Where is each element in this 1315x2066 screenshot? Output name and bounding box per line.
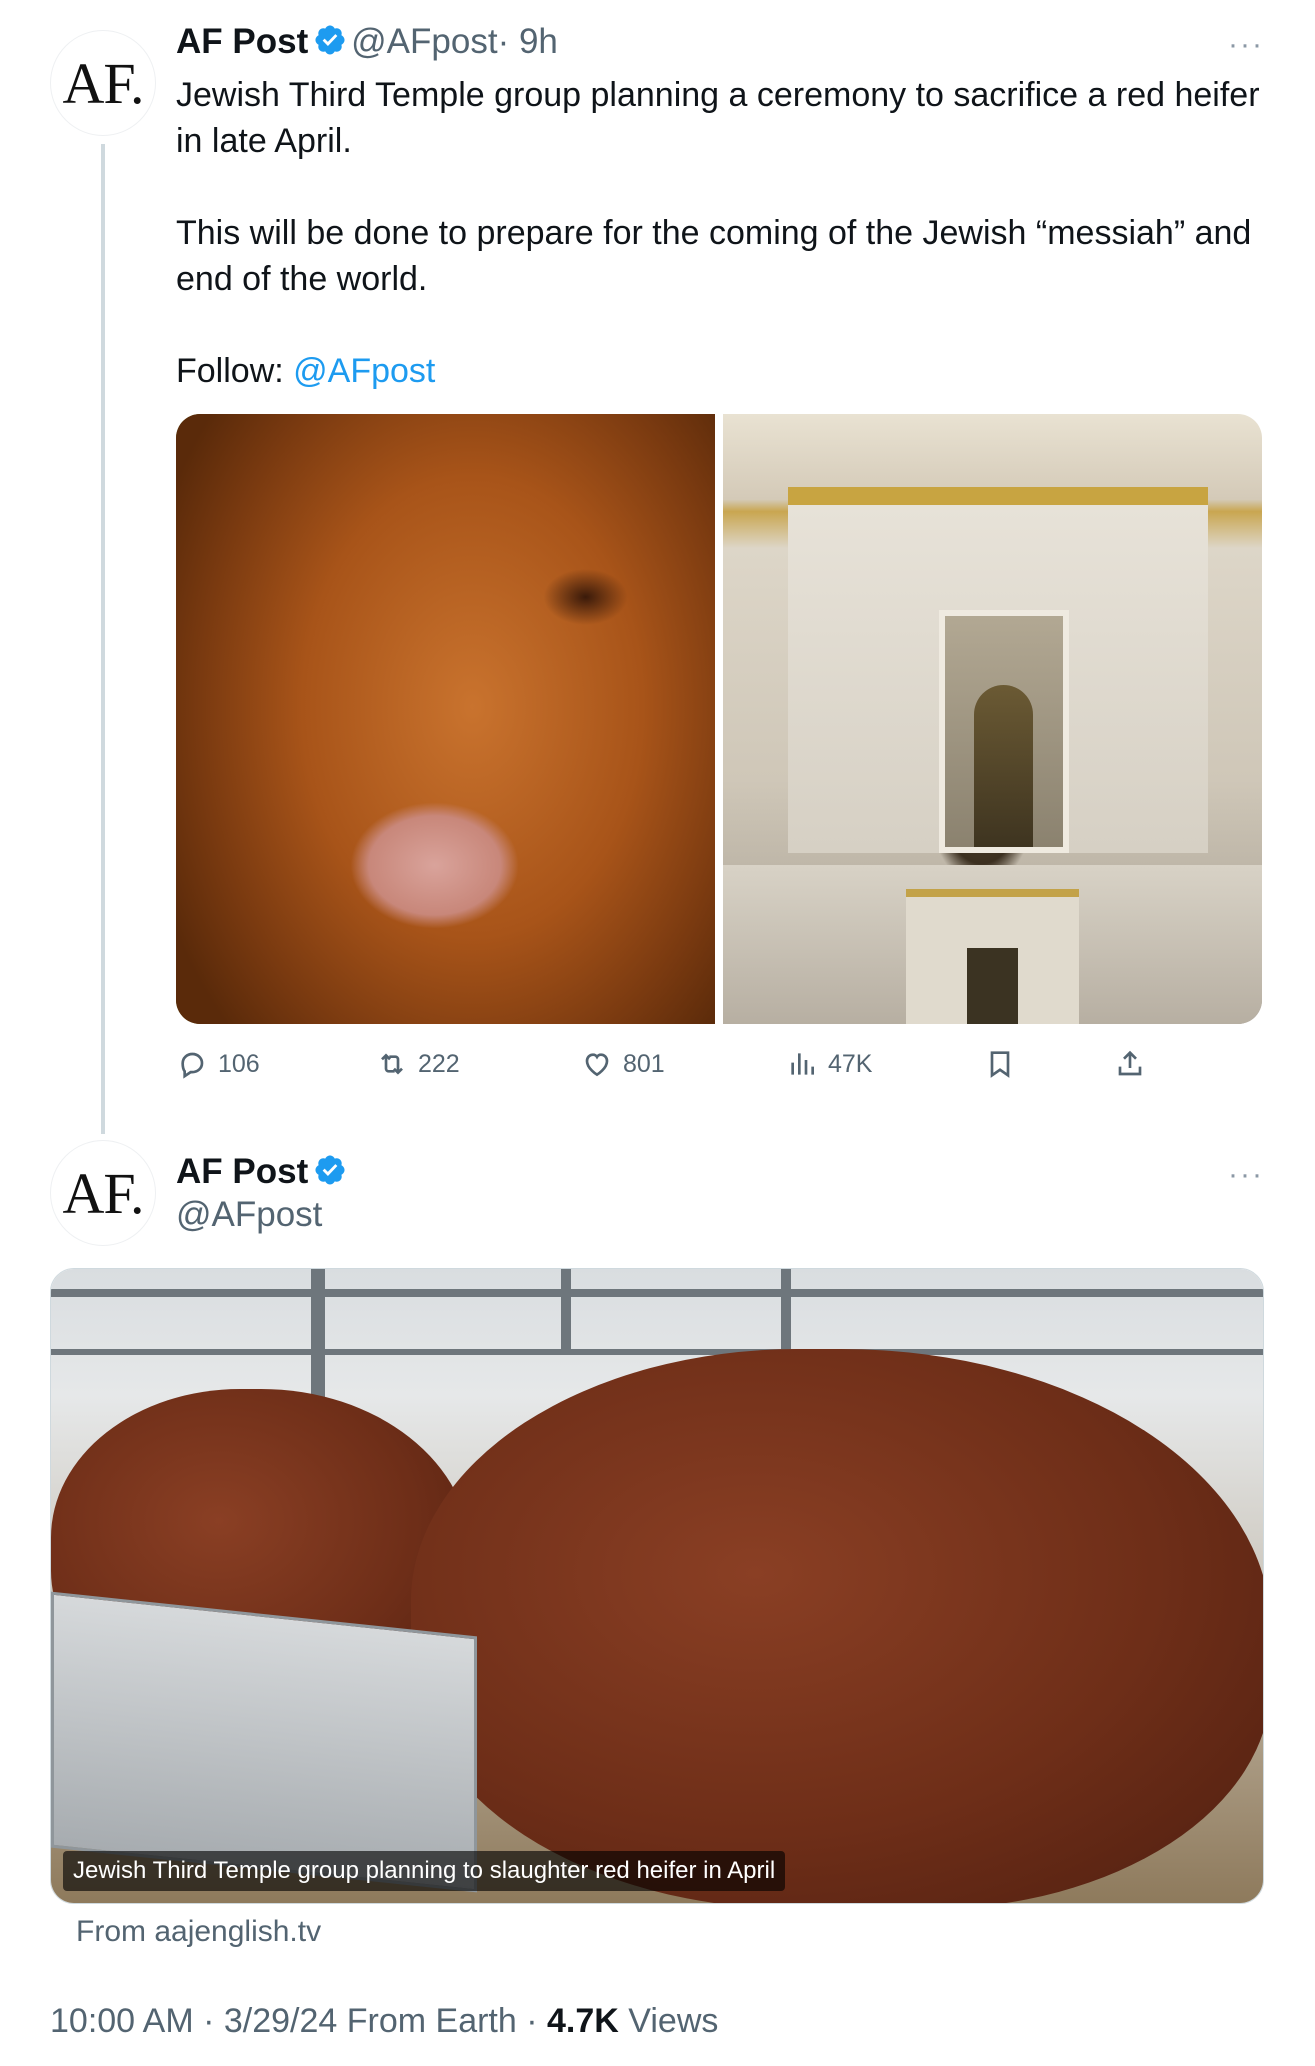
tweet-media-grid bbox=[176, 414, 1262, 1024]
post-timestamp[interactable]: 10:00 AM · 3/29/24 From Earth · bbox=[50, 2002, 547, 2040]
tweet-text-line: end of the world. bbox=[176, 260, 428, 298]
tweet-footer-meta: 10:00 AM · 3/29/24 From Earth · 4.7K Vie… bbox=[50, 2002, 718, 2041]
more-options-icon[interactable]: ··· bbox=[1228, 1158, 1264, 1192]
heart-icon bbox=[585, 1053, 609, 1077]
follow-line: Follow: @AFpost bbox=[176, 348, 1296, 394]
author-handle[interactable]: @AFpost bbox=[351, 22, 497, 61]
author-handle[interactable]: @AFpost bbox=[176, 1195, 322, 1235]
reply-icon bbox=[181, 1052, 204, 1079]
temple-facade bbox=[787, 487, 1209, 854]
reply-button[interactable]: 106 bbox=[176, 1048, 260, 1080]
like-count: 801 bbox=[623, 1049, 665, 1078]
tweet-text-line: This will be done to prepare for the com… bbox=[176, 214, 1252, 252]
avatar-logo-text: AF. bbox=[62, 1160, 145, 1226]
video-card[interactable]: Jewish Third Temple group planning to sl… bbox=[50, 1268, 1264, 1904]
tweet-header: AF Post bbox=[176, 1152, 347, 1192]
video-caption: Jewish Third Temple group planning to sl… bbox=[63, 1851, 786, 1891]
follow-mention-link[interactable]: @AFpost bbox=[293, 352, 435, 390]
bookmark-icon bbox=[990, 1051, 1010, 1078]
tweet-action-bar: 106 222 801 47K bbox=[176, 1040, 1262, 1090]
author-avatar[interactable]: AF. bbox=[50, 30, 156, 136]
cow-image bbox=[176, 414, 715, 1024]
thread-connector-line bbox=[101, 144, 105, 1134]
retweet-button[interactable]: 222 bbox=[376, 1048, 460, 1080]
share-icon bbox=[1118, 1050, 1142, 1076]
tweet-timestamp[interactable]: · 9h bbox=[498, 22, 558, 61]
verified-badge-icon bbox=[315, 1155, 345, 1185]
verified-badge-icon bbox=[315, 25, 345, 55]
views-label: Views bbox=[618, 2002, 719, 2040]
views-total: 4.7K bbox=[547, 2002, 619, 2040]
red-heifer-video-thumbnail: Jewish Third Temple group planning to sl… bbox=[51, 1269, 1263, 1903]
bookmark-button[interactable] bbox=[984, 1048, 1016, 1080]
avatar-logo-text: AF. bbox=[62, 50, 145, 116]
temple-model-photo[interactable] bbox=[723, 414, 1262, 1024]
share-button[interactable] bbox=[1114, 1048, 1146, 1080]
tweet-body: Jewish Third Temple group planning a cer… bbox=[176, 72, 1296, 394]
reply-count: 106 bbox=[218, 1049, 260, 1078]
red-heifer-photo[interactable] bbox=[176, 414, 715, 1024]
follow-label: Follow: bbox=[176, 352, 294, 390]
feed-trough bbox=[51, 1591, 477, 1893]
tweet-header: AF Post @AFpost· 9h bbox=[176, 22, 558, 62]
tweet-text-line: Jewish Third Temple group planning a cer… bbox=[176, 76, 1260, 114]
tweet-text-line: in late April. bbox=[176, 122, 352, 160]
author-name[interactable]: AF Post bbox=[176, 1152, 308, 1191]
author-avatar[interactable]: AF. bbox=[50, 1140, 156, 1246]
temple-door bbox=[939, 609, 1069, 854]
views-button[interactable]: 47K bbox=[786, 1048, 872, 1080]
more-options-icon[interactable]: ··· bbox=[1228, 28, 1264, 62]
author-name[interactable]: AF Post bbox=[176, 22, 308, 61]
like-button[interactable]: 801 bbox=[581, 1048, 665, 1080]
retweet-count: 222 bbox=[418, 1049, 460, 1078]
views-count: 47K bbox=[828, 1049, 873, 1078]
temple-image bbox=[723, 414, 1262, 1024]
foreground-red-heifer bbox=[411, 1349, 1263, 1903]
retweet-icon bbox=[381, 1053, 403, 1075]
temple-base bbox=[723, 865, 1262, 1024]
views-bar-chart-icon bbox=[791, 1053, 814, 1075]
link-source[interactable]: From aajenglish.tv bbox=[76, 1915, 321, 1949]
temple-gate bbox=[906, 889, 1079, 1024]
